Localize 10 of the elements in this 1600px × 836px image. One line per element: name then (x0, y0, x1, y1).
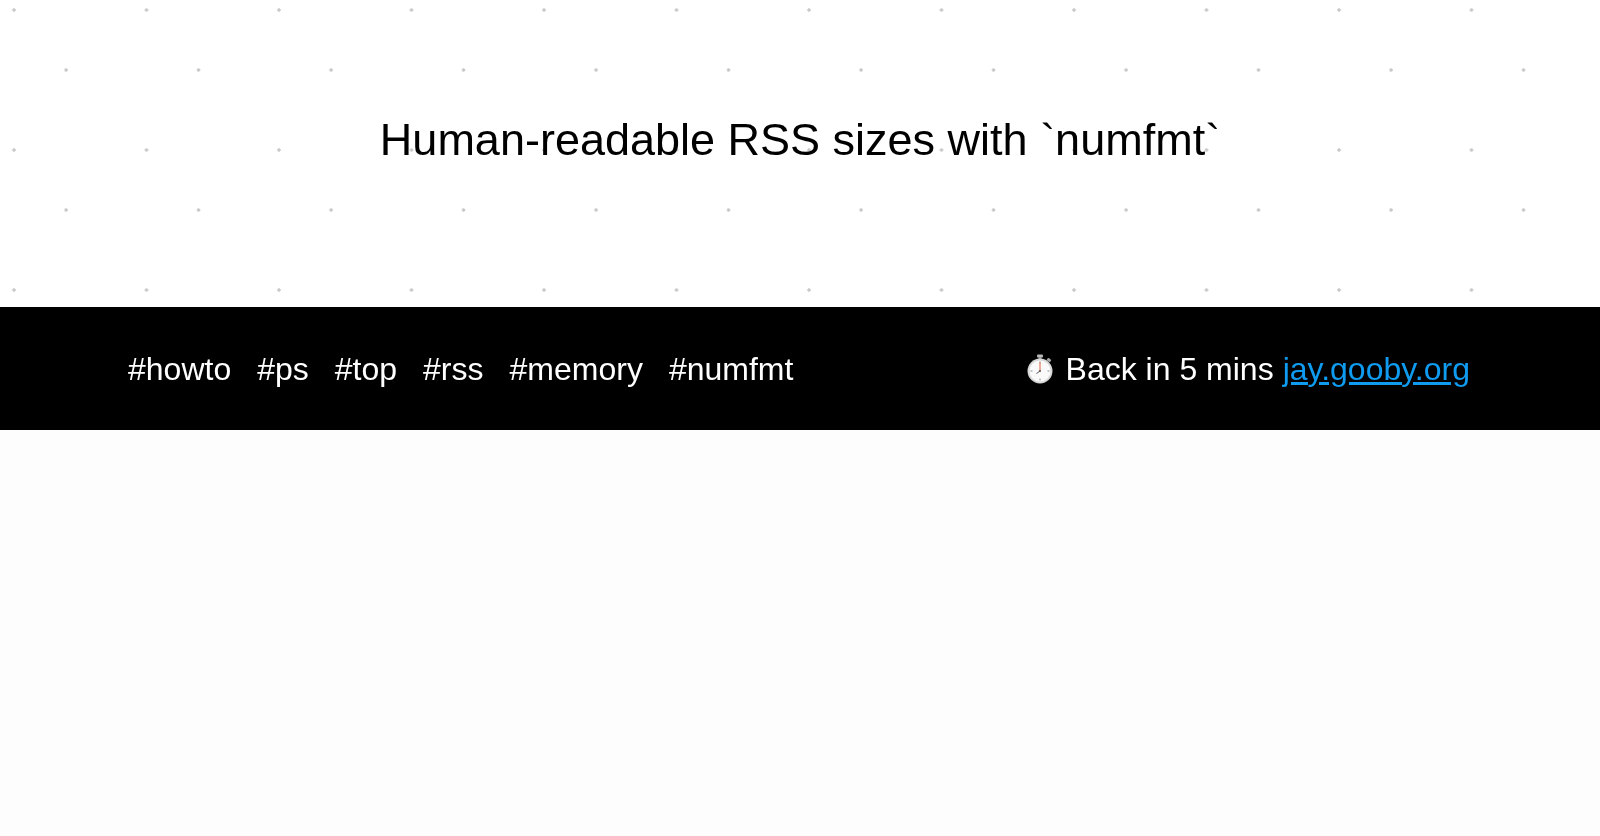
tag-link[interactable]: #memory (509, 348, 643, 389)
tag-link[interactable]: #top (334, 348, 398, 389)
stopwatch-icon (1025, 353, 1054, 384)
status-text: Back in 5 mins (1065, 349, 1274, 389)
tag-link[interactable]: #ps (257, 348, 309, 389)
tag-link[interactable]: #rss (423, 348, 484, 389)
tag-link[interactable]: #numfmt (668, 348, 794, 389)
site-link[interactable]: jay.gooby.org (1282, 348, 1470, 389)
page-title: Human-readable RSS sizes with `numfmt` (379, 113, 1221, 167)
tag-link[interactable]: #howto (128, 348, 232, 389)
